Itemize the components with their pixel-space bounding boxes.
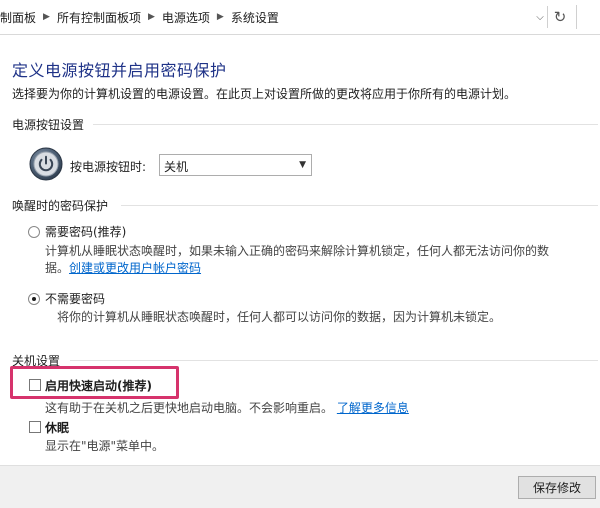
chevron-right-icon: ▶ <box>147 12 155 22</box>
chevron-down-icon: ▼ <box>299 160 306 170</box>
address-bar: 制面板 ▶ 所有控制面板项 ▶ 电源选项 ▶ 系统设置 ⌵ ↻ <box>0 0 600 35</box>
power-button-group-header: 电源按钮设置 <box>12 117 85 132</box>
learn-more-link[interactable]: 了解更多信息 <box>337 401 409 415</box>
footer-bar: 保存修改 <box>0 465 600 508</box>
require-password-label[interactable]: 需要密码(推荐) <box>45 223 126 240</box>
fast-startup-description-text: 这有助于在关机之后更快地启动电脑。不会影响重启。 <box>45 401 334 415</box>
require-password-description-line2: 据。创建或更改用户帐户密码 <box>45 259 201 276</box>
search-input[interactable] <box>576 5 600 29</box>
require-password-radio[interactable] <box>28 226 40 238</box>
power-button-action-value: 关机 <box>164 160 189 174</box>
power-button-action-select[interactable]: 关机 ▼ <box>159 154 312 176</box>
breadcrumb-item-all-items[interactable]: 所有控制面板项 <box>57 9 141 26</box>
no-password-radio[interactable] <box>28 293 40 305</box>
page-title: 定义电源按钮并启用密码保护 <box>12 61 227 80</box>
require-password-description-prefix: 据。 <box>45 261 70 275</box>
chevron-right-icon: ▶ <box>43 12 50 22</box>
no-password-description: 将你的计算机从睡眠状态唤醒时，任何人都可以访问你的数据，因为计算机未锁定。 <box>57 310 502 324</box>
window: 制面板 ▶ 所有控制面板项 ▶ 电源选项 ▶ 系统设置 ⌵ ↻ 定义电源按钮并启… <box>0 0 600 508</box>
group-divider <box>70 360 598 361</box>
refresh-icon[interactable]: ↻ <box>550 6 570 28</box>
wake-password-group-header: 唤醒时的密码保护 <box>12 198 109 213</box>
chevron-right-icon: ▶ <box>216 12 224 22</box>
hibernate-description: 显示在"电源"菜单中。 <box>45 439 165 453</box>
page-description: 选择要为你的计算机设置的电源设置。在此页上对设置所做的更改将应用于你所有的电源计… <box>12 87 517 101</box>
fast-startup-description: 这有助于在关机之后更快地启动电脑。不会影响重启。 了解更多信息 <box>45 399 409 416</box>
hibernate-label[interactable]: 休眠 <box>45 419 69 436</box>
hibernate-checkbox[interactable] <box>29 421 41 433</box>
change-account-password-link[interactable]: 创建或更改用户帐户密码 <box>69 261 201 275</box>
no-password-label[interactable]: 不需要密码 <box>45 290 105 307</box>
power-icon <box>29 147 63 181</box>
breadcrumb-item-control-panel[interactable]: 制面板 <box>0 9 36 26</box>
group-divider <box>93 124 598 125</box>
group-divider <box>121 205 598 206</box>
save-changes-button[interactable]: 保存修改 <box>518 476 596 499</box>
require-password-description: 计算机从睡眠状态唤醒时，如果未输入正确的密码来解除计算机锁定，任何人都无法访问你… <box>45 244 550 258</box>
highlight-box <box>10 366 179 399</box>
breadcrumb-item-power-options[interactable]: 电源选项 <box>162 9 210 26</box>
breadcrumb-item-system-settings[interactable]: 系统设置 <box>231 9 279 26</box>
address-divider <box>547 6 548 28</box>
chevron-down-icon[interactable]: ⌵ <box>532 6 548 28</box>
power-button-label: 按电源按钮时: <box>70 160 147 174</box>
breadcrumb: 制面板 ▶ 所有控制面板项 ▶ 电源选项 ▶ 系统设置 <box>0 9 279 25</box>
